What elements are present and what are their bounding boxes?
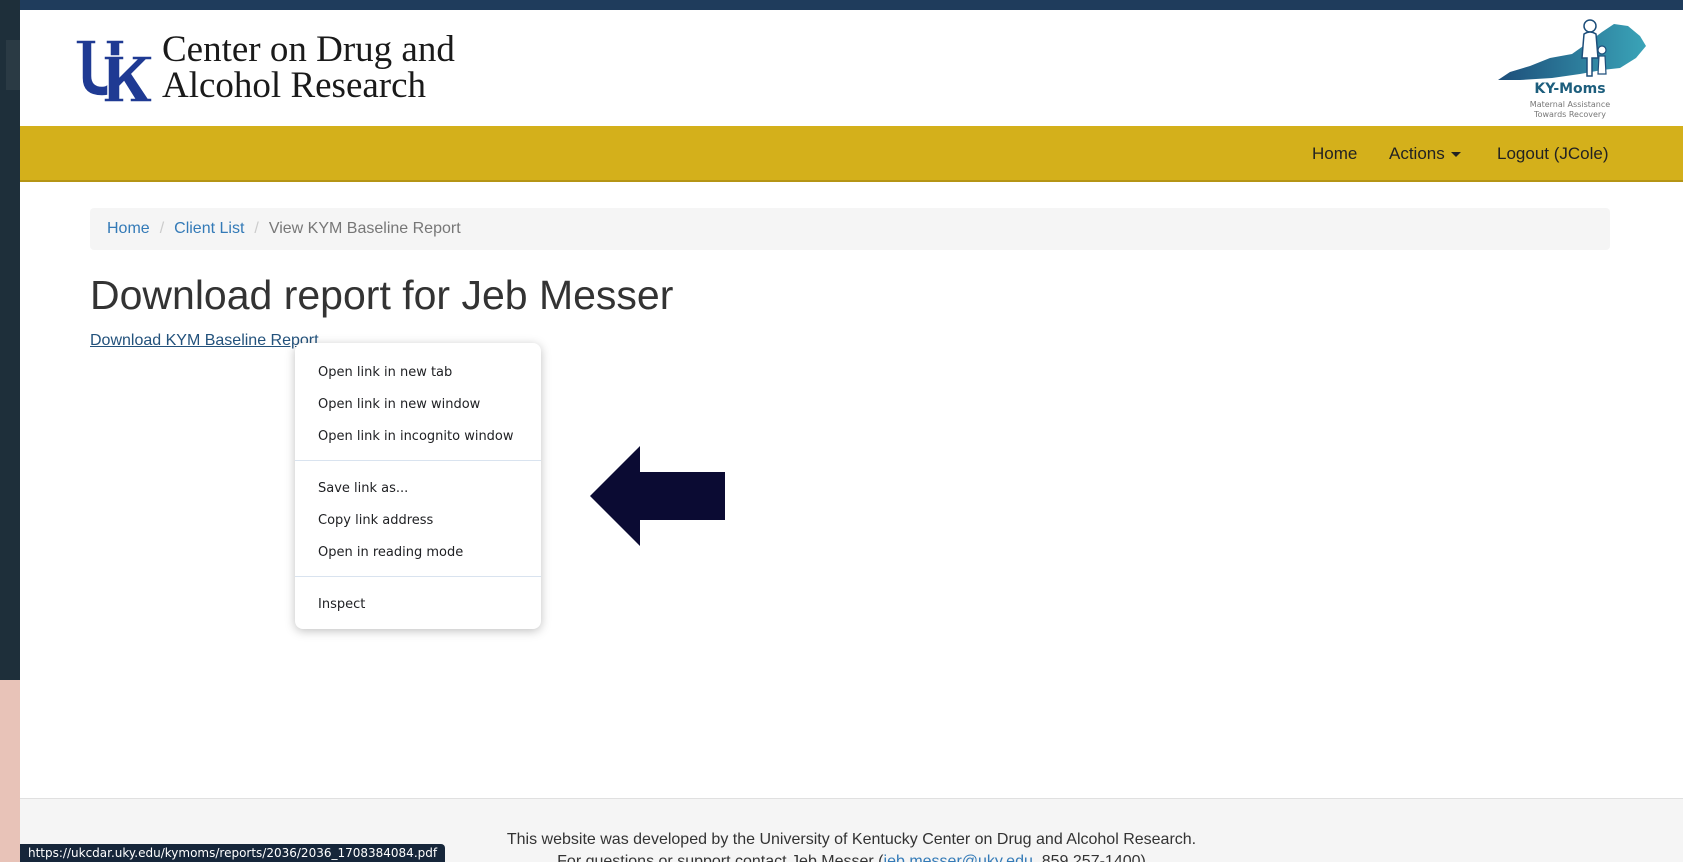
breadcrumb-separator: / (254, 220, 259, 237)
breadcrumb-home-link[interactable]: Home (107, 220, 150, 237)
menu-divider (295, 460, 541, 461)
browser-status-url: https://ukcdar.uky.edu/kymoms/reports/20… (20, 844, 446, 862)
nav-home-link[interactable]: Home (1312, 144, 1357, 164)
brand-line-1: Center on Drug and (162, 29, 455, 70)
main-navbar: Home Actions Logout (JCole) (20, 126, 1683, 182)
footer-email-link[interactable]: jeb.messer@uky.edu (884, 853, 1033, 862)
context-menu: Open link in new tab Open link in new wi… (295, 343, 541, 629)
menu-open-incognito[interactable]: Open link in incognito window (318, 427, 514, 447)
caret-down-icon (1450, 152, 1461, 158)
menu-save-link-as[interactable]: Save link as... (318, 479, 408, 499)
page-title: Download report for Jeb Messer (90, 272, 674, 318)
menu-copy-link-address[interactable]: Copy link address (318, 511, 433, 531)
window-top-strip (0, 0, 1683, 10)
menu-open-reading-mode[interactable]: Open in reading mode (318, 543, 463, 563)
partner-logo-name: KY-Moms (1534, 81, 1606, 97)
browser-page: Center on Drug and Alcohol Research KY-M… (20, 10, 1683, 862)
breadcrumb: Home / Client List / View KYM Baseline Repor… (90, 208, 1610, 250)
uk-logo-icon (75, 39, 153, 103)
site-brand-title[interactable]: Center on Drug and Alcohol Research (162, 29, 455, 106)
menu-divider (295, 576, 541, 577)
partner-logo-tagline: Maternal Assistance Towards Recovery (1529, 100, 1611, 119)
nav-actions-dropdown[interactable]: Actions (1389, 144, 1461, 164)
nav-actions-label: Actions (1389, 144, 1445, 163)
window-left-edge (0, 0, 20, 862)
menu-inspect[interactable]: Inspect (318, 595, 365, 615)
breadcrumb-current: View KYM Baseline Report (268, 220, 461, 237)
left-arrow-icon (590, 446, 725, 546)
nav-logout-link[interactable]: Logout (JCole) (1497, 144, 1609, 164)
site-header: Center on Drug and Alcohol Research KY-M… (20, 10, 1683, 126)
breadcrumb-client-list-link[interactable]: Client List (174, 220, 244, 237)
brand-line-2: Alcohol Research (162, 65, 427, 106)
menu-open-new-window[interactable]: Open link in new window (318, 395, 480, 415)
download-report-link[interactable]: Download KYM Baseline Report (90, 332, 319, 350)
breadcrumb-separator: / (159, 220, 165, 237)
menu-open-new-tab[interactable]: Open link in new tab (318, 363, 452, 383)
